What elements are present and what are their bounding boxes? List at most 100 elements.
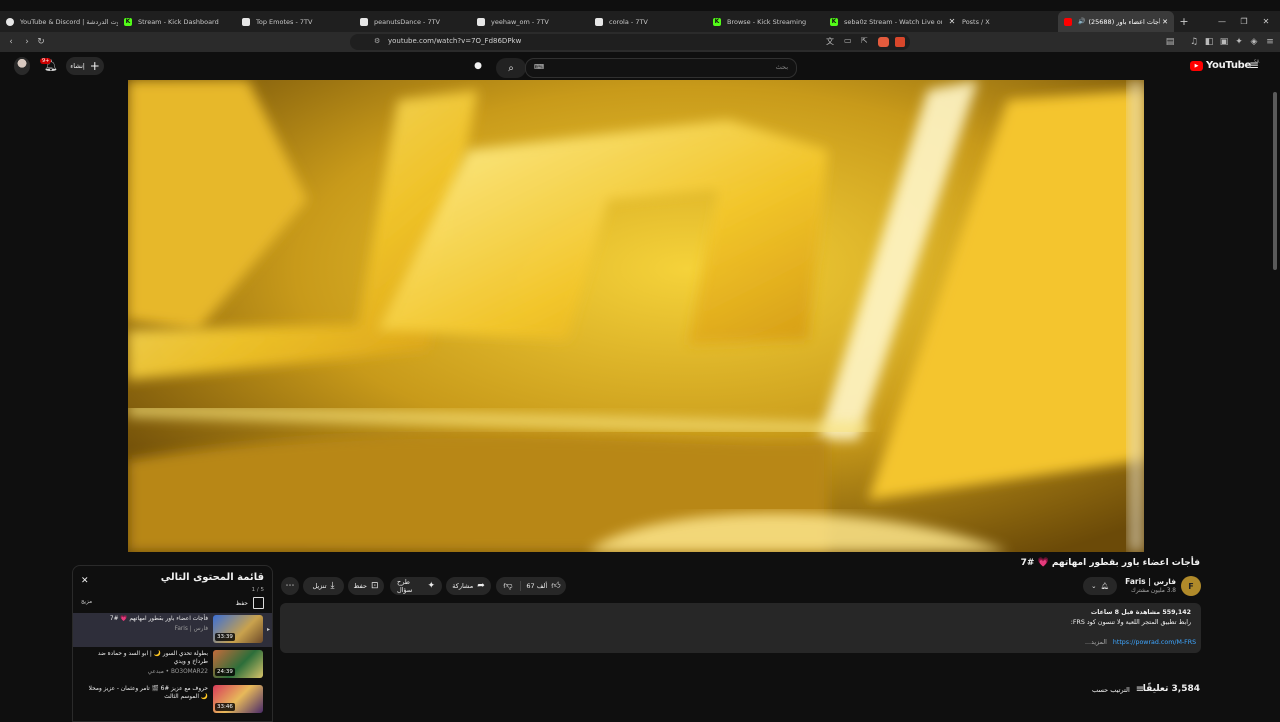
channel-name[interactable]: فارس | Faris <box>1125 577 1176 586</box>
video-thumbnail: 24:39 <box>213 650 263 678</box>
more-link[interactable]: ...المزيد <box>1085 639 1107 646</box>
description-text: رابط تطبيق المتجر اللعبة ولا تنسون كود F… <box>1070 619 1191 626</box>
chevron-down-icon: ⌄ <box>1091 582 1097 590</box>
browser-tab-strip: YouTube & Discord | بوت الدردشة K Stream… <box>0 11 1280 32</box>
microphone-icon[interactable]: ● <box>470 58 486 74</box>
comments-count: 3,584 تعليقًا <box>1142 684 1200 694</box>
browser-tab[interactable]: K Stream - Kick Dashboard <box>124 11 236 32</box>
playlist-item-current[interactable]: ▸ 33:39 فأجات اعضاء باور بقطور امهاتهم 💗… <box>73 613 272 647</box>
close-tab-icon[interactable]: ✕ <box>1162 18 1168 26</box>
playlist-title: قائمة المحتوى التالي <box>160 572 264 583</box>
scrollbar-thumb[interactable] <box>1273 92 1277 270</box>
hamburger-menu-icon[interactable]: ≡ <box>1249 58 1259 72</box>
avatar[interactable] <box>14 57 30 75</box>
like-button[interactable]: 67 ألف 👍︎ <box>521 581 566 591</box>
wallet-icon[interactable]: ▣ <box>1218 36 1230 48</box>
browser-tab[interactable]: peanutsDance - 7TV <box>360 11 472 32</box>
menu-icon[interactable]: ≡ <box>1264 36 1276 48</box>
close-playlist-icon[interactable]: ✕ <box>81 576 89 586</box>
new-tab-button[interactable]: + <box>1174 11 1194 32</box>
subscriber-count: 3.8 مليون مشترك <box>1131 588 1176 594</box>
forward-icon[interactable]: › <box>21 36 33 48</box>
like-dislike-group: 👎︎ 67 ألف 👍︎ <box>496 577 566 595</box>
browser-tab[interactable]: YouTube & Discord | بوت الدردشة <box>6 11 118 32</box>
rewards-icon[interactable] <box>895 37 905 47</box>
x-icon: ✕ <box>948 17 956 26</box>
kick-icon: K <box>713 17 721 26</box>
dislike-button[interactable]: 👎︎ <box>496 581 521 591</box>
install-app-icon[interactable]: ▭ <box>844 36 852 45</box>
more-icon: ⋯ <box>285 581 295 591</box>
playlist-mix: مزيج <box>81 599 93 605</box>
sidebar-icon[interactable]: ▤ <box>1164 36 1176 48</box>
browser-tab[interactable]: yeehaw_om - 7TV <box>477 11 589 32</box>
search-icon: ⌕ <box>508 62 514 74</box>
ask-button[interactable]: طرح سؤال ✦ <box>390 577 442 595</box>
playlist-item[interactable]: 24:39 بطولة تحدي السور 🌙 | ابو السد و حم… <box>73 648 272 682</box>
reload-icon[interactable]: ↻ <box>35 36 47 48</box>
sparkle-icon: ✦ <box>427 581 435 591</box>
7tv-icon <box>595 17 603 26</box>
extensions-icon[interactable]: ✦ <box>1233 36 1245 48</box>
bookmark-icon <box>253 597 264 609</box>
youtube-icon <box>1064 17 1072 26</box>
bell-icon: 🔔︎ <box>1100 582 1109 590</box>
search-input[interactable]: ⌨ بحث <box>525 58 797 78</box>
description-box[interactable]: 559,142 مشاهدة قبل 8 ساعات رابط تطبيق ال… <box>280 603 1201 653</box>
share-icon[interactable]: ⇱ <box>861 36 868 45</box>
like-icon: 👍︎ <box>551 581 561 591</box>
plus-icon: + <box>89 59 100 73</box>
video-player[interactable] <box>128 80 1144 552</box>
youtube-header: 🔔︎ 9+ إنشاء + ● ⌕ ⌨ بحث ▶ YouTube SA ≡ <box>0 52 1280 80</box>
browser-tab[interactable]: K Browse - Kick Streaming <box>713 11 825 32</box>
browser-tab[interactable]: ✕ Posts / X <box>948 11 1054 32</box>
close-window-icon[interactable]: ✕ <box>1256 11 1276 32</box>
address-bar[interactable]: ⚙ youtube.com/watch?v=7O_Fd86DPkw 文 ▭ ⇱ <box>350 34 910 50</box>
sort-comments-button[interactable]: الترتيب حسب ≡ <box>1092 684 1144 695</box>
share-button[interactable]: مشاركة ➦ <box>446 577 491 595</box>
keyboard-icon[interactable]: ⌨ <box>534 63 544 71</box>
browser-tab[interactable]: corola - 7TV <box>595 11 707 32</box>
bookmark-icon: ⊡ <box>370 581 379 591</box>
media-icon[interactable]: ♫ <box>1188 36 1200 48</box>
playlist-item-title: بطولة تحدي السور 🌙 | ابو السد و حمادة ضد… <box>97 651 208 665</box>
7tv-icon <box>477 17 485 26</box>
site-info-icon[interactable]: ⚙ <box>374 37 380 45</box>
view-stats: 559,142 مشاهدة قبل 8 ساعات <box>1090 609 1191 616</box>
download-icon: ⤓ <box>330 581 335 591</box>
create-button[interactable]: إنشاء + <box>66 57 104 75</box>
description-footer: ...المزيد https://powrad.com/M-FRS <box>1085 639 1196 646</box>
search-button[interactable]: ⌕ <box>496 58 526 78</box>
download-button[interactable]: تنزيل ⤓ <box>303 577 344 595</box>
brave-shield-icon[interactable] <box>878 37 889 47</box>
share-icon: ➦ <box>477 581 485 591</box>
split-view-icon[interactable]: ◧ <box>1203 36 1215 48</box>
youtube-play-icon: ▶ <box>1190 60 1203 71</box>
kick-icon: K <box>124 17 132 26</box>
more-actions-button[interactable]: ⋯ <box>281 577 299 595</box>
video-thumbnail: 33:46 <box>213 685 263 713</box>
now-playing-icon: ▸ <box>266 626 270 633</box>
playlist-item[interactable]: 33:46 حروف مع عزيز #6 🎬 تامر وعثمان - عز… <box>73 683 272 717</box>
playlist-position: 1 / 5 <box>251 587 264 593</box>
video-title: فأجات اعضاء باور بقطور امهاتهم 💗 #7 <box>1020 558 1200 568</box>
vpn-icon[interactable]: ◈ <box>1248 36 1260 48</box>
channel-avatar[interactable]: F <box>1181 576 1201 596</box>
playlist-panel: قائمة المحتوى التالي ✕ 1 / 5 حفظ مزيج ▸ … <box>72 565 273 722</box>
browser-tab[interactable]: K seba0z Stream - Watch Live on Ki <box>830 11 942 32</box>
browser-tab[interactable]: Top Emotes - 7TV <box>242 11 354 32</box>
video-frame <box>128 80 1144 552</box>
promo-link[interactable]: https://powrad.com/M-FRS <box>1113 639 1196 646</box>
7tv-icon <box>360 17 368 26</box>
video-thumbnail: 33:39 <box>213 615 263 643</box>
subscribed-button[interactable]: ⌄ 🔔︎ <box>1083 577 1117 595</box>
browser-tab-active[interactable]: 🔊 (25688) فأجات اعضاء باور ✕ <box>1058 11 1174 32</box>
save-button[interactable]: حفظ ⊡ <box>348 577 384 595</box>
minimize-icon[interactable]: — <box>1212 11 1232 32</box>
7tv-icon <box>242 17 250 26</box>
maximize-icon[interactable]: ❐ <box>1234 11 1254 32</box>
translate-icon[interactable]: 文 <box>826 36 834 47</box>
back-icon[interactable]: ‹ <box>5 36 17 48</box>
save-playlist-button[interactable]: حفظ <box>236 597 264 609</box>
discord-icon <box>6 17 14 26</box>
